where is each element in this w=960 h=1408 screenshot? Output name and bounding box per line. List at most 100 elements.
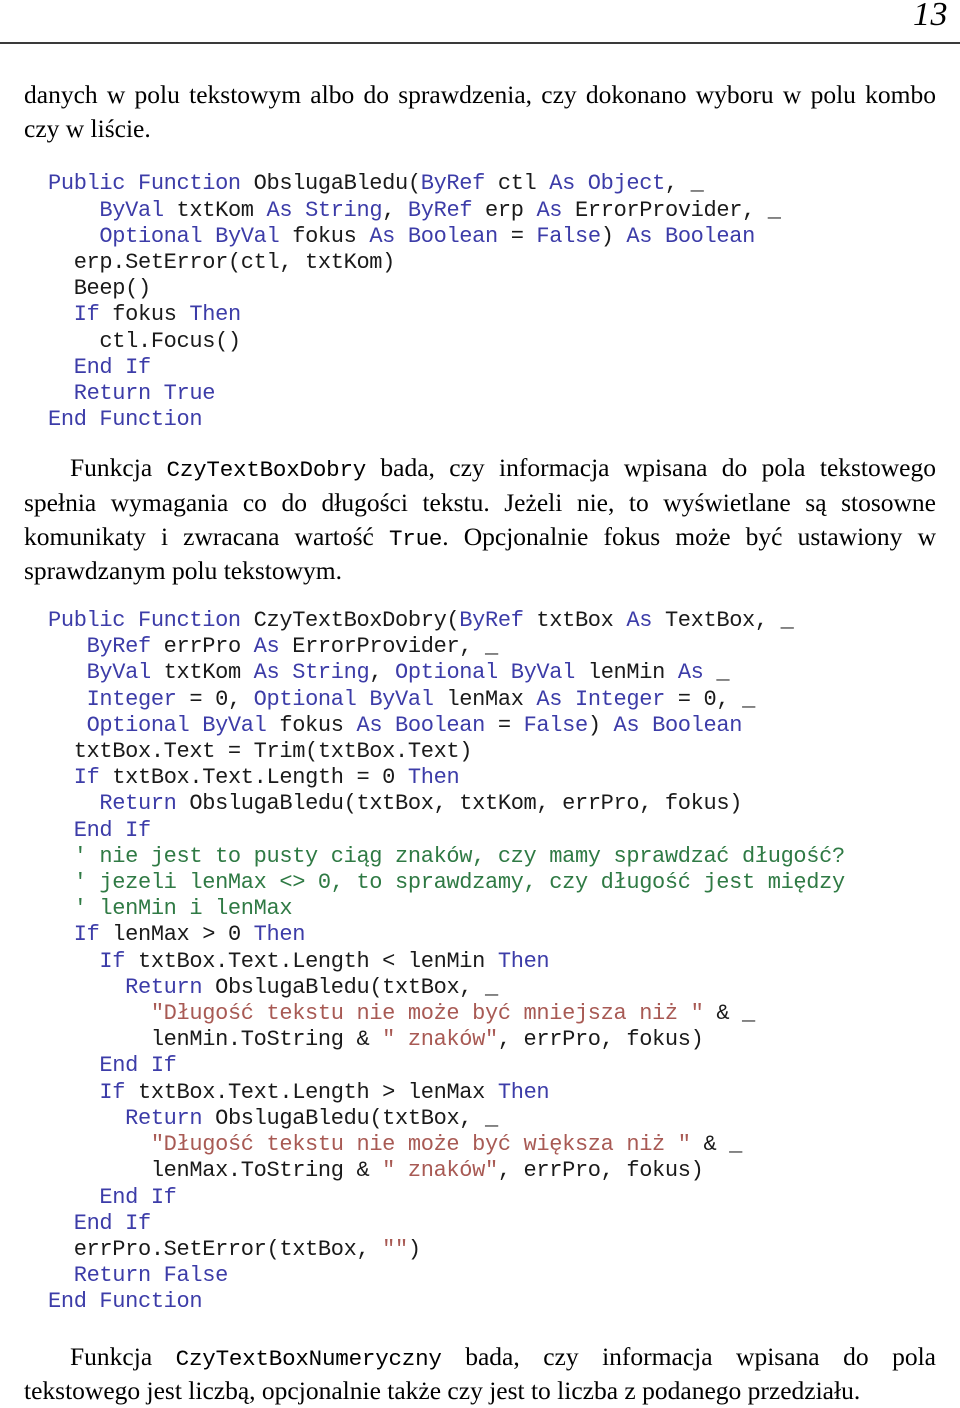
code-line: End If — [48, 1053, 960, 1079]
code-token-id: ObslugaBledu(txtBox, txtKom, errPro, fok… — [176, 791, 743, 817]
code-token-id: ctl.Focus() — [48, 328, 241, 354]
code-line: End If — [48, 1185, 960, 1211]
code-token-cmt: ' lenMin i lenMax — [48, 896, 293, 922]
code-token-kw: As — [253, 634, 280, 660]
code-token-id: txtBox.Text.Length > lenMax — [125, 1079, 498, 1105]
code-token-id: fokus — [279, 223, 370, 249]
code-token-id: lenMin — [574, 660, 678, 686]
code-token-id: txtBox — [523, 608, 627, 634]
code-token-id — [48, 1185, 99, 1210]
code-token-id: , errPro, fokus) — [497, 1158, 704, 1184]
code-token-id — [48, 1001, 151, 1026]
code-line: Return ObslugaBledu(txtBox, _ — [48, 1106, 960, 1132]
code-token-kw: End Function — [48, 407, 203, 433]
code-token-id — [48, 922, 74, 947]
paragraph-text-part: Funkcja — [70, 453, 167, 483]
code-token-kw: As String — [266, 197, 383, 223]
code-line: ctl.Focus() — [48, 329, 960, 355]
code-token-id — [48, 1263, 74, 1288]
code-line: erp.SetError(ctl, txtKom) — [48, 250, 960, 276]
code-line: ' nie jest to pusty ciąg znaków, czy mam… — [48, 844, 960, 870]
code-token-kw: ByRef — [420, 171, 486, 197]
code-token-id: ObslugaBledu( — [253, 171, 421, 197]
code-token-id: = — [497, 223, 537, 249]
code-token-id: , _ — [664, 171, 704, 197]
code-token-kw: If — [99, 948, 126, 974]
code-line: ByVal txtKom As String, Optional ByVal l… — [48, 660, 960, 686]
code-token-id: ctl — [484, 171, 550, 197]
code-token-kw: As Boolean — [613, 712, 743, 738]
code-token-kw: As — [626, 608, 653, 634]
code-token-id — [48, 1132, 151, 1157]
code-token-kw: As String — [253, 660, 370, 686]
code-token-kw: If — [73, 302, 100, 328]
code-token-id: fokus — [99, 302, 190, 328]
code-token-id: ) — [600, 223, 627, 249]
code-token-str: " znaków" — [382, 1158, 498, 1184]
code-token-id: = 0, — [176, 686, 254, 712]
code-token-id: _ — [703, 660, 730, 686]
code-token-id: Beep() — [48, 276, 151, 302]
code-line: lenMax.ToString & " znaków", errPro, fok… — [48, 1158, 960, 1184]
code-token-kw: End If — [73, 817, 151, 843]
code-token-kw: Return True — [73, 380, 216, 406]
code-line: Return ObslugaBledu(txtBox, txtKom, errP… — [48, 791, 960, 817]
code-line: ' jezeli lenMax <> 0, to sprawdzamy, czy… — [48, 870, 960, 896]
code-token-id — [48, 224, 99, 249]
code-token-kw: Return — [99, 791, 177, 817]
code-line: If txtBox.Text.Length < lenMin Then — [48, 949, 960, 975]
code-token-kw: End If — [73, 354, 151, 380]
code-token-id: ErrorProvider, _ — [562, 197, 781, 223]
code-line: Public Function CzyTextBoxDobry(ByRef tx… — [48, 608, 960, 634]
code-token-kw: ByVal — [86, 660, 152, 686]
code-token-id: erp.SetError(ctl, txtKom) — [48, 249, 396, 275]
code-token-id — [48, 949, 99, 974]
code-token-id: = — [485, 712, 524, 738]
code-line: "Długość tekstu nie może być większa niż… — [48, 1132, 960, 1158]
code-token-kw: Then — [189, 302, 241, 328]
inline-code-czytextboxdobry: CzyTextBoxDobry — [166, 457, 367, 484]
code-token-kw: Public Function — [48, 608, 254, 634]
code-token-id: ObslugaBledu(txtBox, _ — [202, 974, 498, 1000]
code-token-id: & _ — [703, 1001, 755, 1027]
code-block-obslugabledu: Public Function ObslugaBledu(ByRef ctl A… — [0, 171, 960, 433]
code-token-kw: ByRef — [86, 634, 152, 660]
code-token-str: "" — [382, 1236, 408, 1262]
code-token-kw: Integer — [86, 686, 177, 712]
code-token-id: txtBox.Text = Trim(txtBox.Text) — [48, 739, 473, 765]
code-line: End Function — [48, 1289, 960, 1315]
code-token-kw: Then — [253, 922, 306, 948]
code-token-id: txtBox.Text.Length < lenMin — [125, 948, 498, 974]
code-token-kw: Public Function — [48, 171, 254, 197]
code-token-id: txtKom — [150, 660, 254, 686]
document-body: danych w polu tekstowym albo do sprawdze… — [0, 78, 960, 1408]
code-token-id — [48, 975, 125, 1000]
code-token-id: txtBox.Text.Length = 0 — [99, 765, 408, 791]
code-token-cmt: ' jezeli lenMax <> 0, to sprawdzamy, czy… — [48, 870, 845, 896]
code-token-kw: Optional ByVal — [395, 660, 575, 686]
code-line: ByRef errPro As ErrorProvider, _ — [48, 634, 960, 660]
code-token-id: & _ — [690, 1132, 743, 1158]
code-line: Optional ByVal fokus As Boolean = False)… — [48, 713, 960, 739]
header-rule-divider — [0, 42, 960, 44]
code-token-kw: ByVal — [99, 197, 164, 223]
code-line: If txtBox.Text.Length = 0 Then — [48, 765, 960, 791]
code-line: Integer = 0, Optional ByVal lenMax As In… — [48, 687, 960, 713]
code-token-id: CzyTextBoxDobry( — [253, 608, 460, 634]
code-token-kw: Optional ByVal — [253, 686, 434, 712]
code-token-id: lenMax.ToString & — [48, 1158, 383, 1184]
code-token-kw: As Integer — [536, 686, 665, 712]
code-token-id — [48, 1053, 99, 1078]
code-line: If lenMax > 0 Then — [48, 922, 960, 948]
code-token-kw: False — [523, 712, 589, 738]
code-line: lenMin.ToString & " znaków", errPro, fok… — [48, 1027, 960, 1053]
code-token-kw: As — [677, 660, 704, 686]
code-token-id — [48, 355, 74, 380]
code-token-id: , errPro, fokus) — [497, 1027, 704, 1053]
code-token-id — [48, 818, 74, 843]
code-token-id — [48, 198, 99, 223]
code-line: txtBox.Text = Trim(txtBox.Text) — [48, 739, 960, 765]
code-block-czytextboxdobry: Public Function CzyTextBoxDobry( ByRef tx… — [0, 608, 960, 1315]
code-line: If fokus Then — [48, 302, 960, 328]
code-token-kw: If — [99, 1079, 126, 1105]
